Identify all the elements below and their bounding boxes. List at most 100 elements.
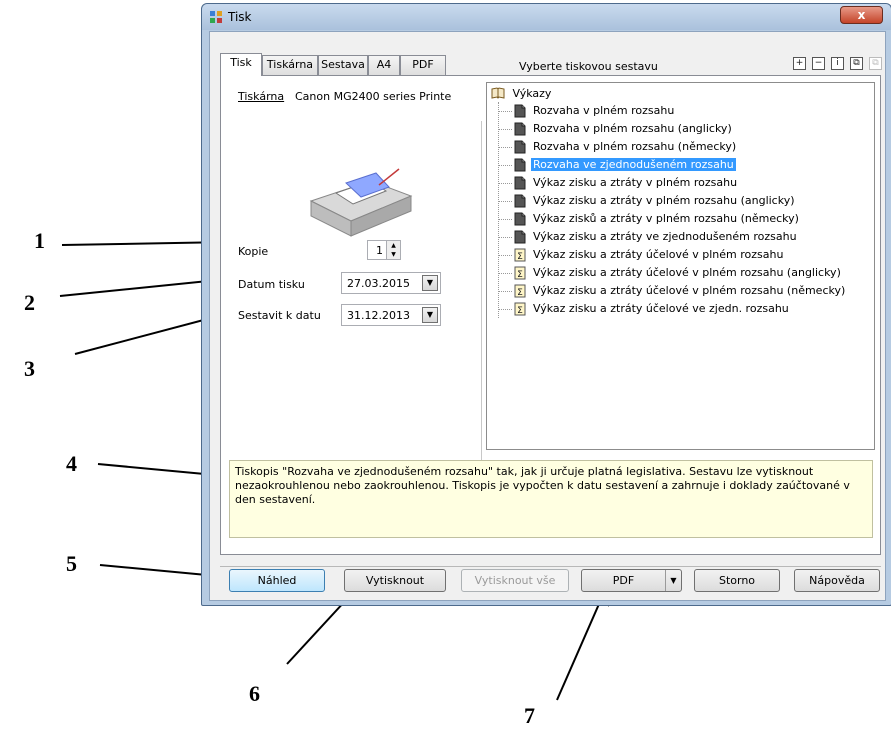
tree-connector xyxy=(498,273,512,274)
printer-name: Canon MG2400 series Printe xyxy=(295,90,452,103)
tree-item-label: Výkaz zisku a ztráty účelové v plném roz… xyxy=(533,284,846,297)
print-date-value: 27.03.2015 xyxy=(347,277,410,290)
copies-spin-buttons[interactable]: ▲ ▼ xyxy=(386,241,400,259)
tree-item[interactable]: Σ Výkaz zisku a ztráty účelové v plném ro… xyxy=(498,246,868,264)
tab-sestava[interactable]: Sestava xyxy=(318,55,368,75)
print-date-dropdown-icon[interactable]: ▼ xyxy=(422,275,438,291)
print-button[interactable]: Vytisknout xyxy=(344,569,446,592)
help-button[interactable]: Nápověda xyxy=(794,569,880,592)
copies-label: Kopie xyxy=(238,245,269,258)
document-icon xyxy=(514,176,526,190)
pdf-dropdown-icon[interactable]: ▼ xyxy=(665,570,681,591)
printer-image xyxy=(309,168,413,237)
tree-root[interactable]: Výkazy xyxy=(491,86,551,102)
disabled-icon: ⧉ xyxy=(869,57,882,70)
sigma-report-icon: Σ xyxy=(514,302,526,316)
tree-connector xyxy=(498,309,512,310)
tree-item[interactable]: Rozvaha v plném rozsahu (anglicky) xyxy=(498,120,868,138)
tree-item[interactable]: Rozvaha v plném rozsahu xyxy=(498,102,868,120)
cancel-button[interactable]: Storno xyxy=(694,569,780,592)
tree-item[interactable]: Výkaz zisku a ztráty v plném rozsahu xyxy=(498,174,868,192)
tree-item[interactable]: Σ Výkaz zisku a ztráty účelové v plném ro… xyxy=(498,264,868,282)
tree-item[interactable]: Σ Výkaz zisku a ztráty účelové ve zjedn. … xyxy=(498,300,868,318)
tree-item-label: Výkaz zisku a ztráty ve zjednodušeném ro… xyxy=(533,230,797,243)
tree-item[interactable]: Výkaz zisku a ztráty v plném rozsahu (an… xyxy=(498,192,868,210)
button-separator xyxy=(220,566,881,567)
book-icon xyxy=(491,87,505,99)
callout-3: 3 xyxy=(24,356,35,381)
tree-connector xyxy=(498,183,512,184)
sigma-report-icon: Σ xyxy=(514,284,526,298)
tree-item[interactable]: Rozvaha ve zjednodušeném rozsahu xyxy=(498,156,868,174)
tree-item[interactable]: Výkaz zisku a ztráty ve zjednodušeném ro… xyxy=(498,228,868,246)
pane-divider xyxy=(481,121,482,496)
tree-connector xyxy=(498,201,512,202)
print-date-field[interactable]: 27.03.2015 ▼ xyxy=(341,272,441,294)
remove-icon[interactable]: − xyxy=(812,57,825,70)
tab-tiskarna[interactable]: Tiskárna xyxy=(262,55,318,75)
callout-6: 6 xyxy=(249,681,260,706)
tree-connector xyxy=(498,237,512,238)
tree-item-label: Rozvaha v plném rozsahu (anglicky) xyxy=(533,122,732,135)
close-button[interactable]: x xyxy=(840,6,883,24)
spin-down-icon[interactable]: ▼ xyxy=(387,250,400,259)
tree-item-label: Rozvaha ve zjednodušeném rozsahu xyxy=(531,158,736,171)
tree-connector xyxy=(498,147,512,148)
compile-date-label: Sestavit k datu xyxy=(238,309,321,322)
document-icon xyxy=(514,194,526,208)
description-panel: Tiskopis "Rozvaha ve zjednodušeném rozsa… xyxy=(229,460,873,538)
compile-date-field[interactable]: 31.12.2013 ▼ xyxy=(341,304,441,326)
svg-text:Σ: Σ xyxy=(517,288,523,298)
spin-up-icon[interactable]: ▲ xyxy=(387,241,400,250)
tree-item-label: Výkaz zisku a ztráty v plném rozsahu (an… xyxy=(533,194,795,207)
tree-item-label: Výkaz zisků a ztráty v plném rozsahu (ně… xyxy=(533,212,799,225)
document-icon xyxy=(514,140,526,154)
info-icon[interactable]: i xyxy=(831,57,844,70)
print-dialog: Tisk x Tisk Tiskárna Sestava A4 PDF Vybe… xyxy=(201,3,891,606)
document-icon xyxy=(514,230,526,244)
tree-item[interactable]: Výkaz zisků a ztráty v plném rozsahu (ně… xyxy=(498,210,868,228)
copies-spinner[interactable]: 1 ▲ ▼ xyxy=(367,240,401,260)
callout-1: 1 xyxy=(34,228,45,253)
dialog-client-area: Tisk Tiskárna Sestava A4 PDF Vyberte tis… xyxy=(209,31,886,601)
add-icon[interactable]: + xyxy=(793,57,806,70)
compile-date-dropdown-icon[interactable]: ▼ xyxy=(422,307,438,323)
print-date-label: Datum tisku xyxy=(238,278,305,291)
printer-link[interactable]: Tiskárna xyxy=(238,90,284,103)
document-icon xyxy=(514,104,526,118)
tab-pdf[interactable]: PDF xyxy=(400,55,446,75)
tree-connector xyxy=(498,219,512,220)
copy-icon[interactable]: ⧉ xyxy=(850,57,863,70)
tree-item-label: Výkaz zisku a ztráty v plném rozsahu xyxy=(533,176,738,189)
svg-text:Σ: Σ xyxy=(517,252,523,262)
pdf-button[interactable]: PDF ▼ xyxy=(581,569,682,592)
callout-2: 2 xyxy=(24,290,35,315)
tree-item-label: Rozvaha v plném rozsahu xyxy=(533,104,675,117)
tree-item[interactable]: Rozvaha v plném rozsahu (německy) xyxy=(498,138,868,156)
tree-item-label: Rozvaha v plném rozsahu (německy) xyxy=(533,140,737,153)
sigma-report-icon: Σ xyxy=(514,266,526,280)
tree-item[interactable]: Σ Výkaz zisku a ztráty účelové v plném ro… xyxy=(498,282,868,300)
print-all-button: Vytisknout vše xyxy=(461,569,569,592)
report-select-label: Vyberte tiskovou sestavu xyxy=(519,60,658,73)
tree-connector xyxy=(498,165,512,166)
svg-text:Σ: Σ xyxy=(517,270,523,280)
copies-value: 1 xyxy=(376,244,383,257)
tree-item-label: Výkaz zisku a ztráty účelové ve zjedn. r… xyxy=(533,302,789,315)
tree-connector xyxy=(498,111,512,112)
svg-text:Σ: Σ xyxy=(517,306,523,316)
tab-a4[interactable]: A4 xyxy=(368,55,400,75)
report-tree[interactable]: Výkazy Rozvaha v plném rozsahu Rozvaha v … xyxy=(486,82,875,450)
compile-date-value: 31.12.2013 xyxy=(347,309,410,322)
callout-5: 5 xyxy=(66,551,77,576)
title-bar[interactable]: Tisk x xyxy=(202,4,891,30)
document-icon xyxy=(514,212,526,226)
tree-item-label: Výkaz zisku a ztráty účelové v plném roz… xyxy=(533,248,784,261)
window-title: Tisk xyxy=(228,10,252,24)
tree-connector xyxy=(498,255,512,256)
tree-connector xyxy=(498,291,512,292)
tab-tisk[interactable]: Tisk xyxy=(220,53,262,76)
preview-button[interactable]: Náhled xyxy=(229,569,325,592)
tree-connector xyxy=(498,129,512,130)
pdf-button-label: PDF xyxy=(612,574,635,587)
